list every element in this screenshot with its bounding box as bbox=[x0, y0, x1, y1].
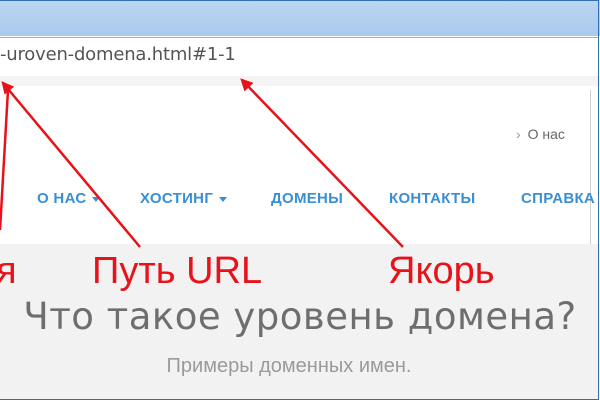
window-frame bbox=[0, 0, 599, 400]
